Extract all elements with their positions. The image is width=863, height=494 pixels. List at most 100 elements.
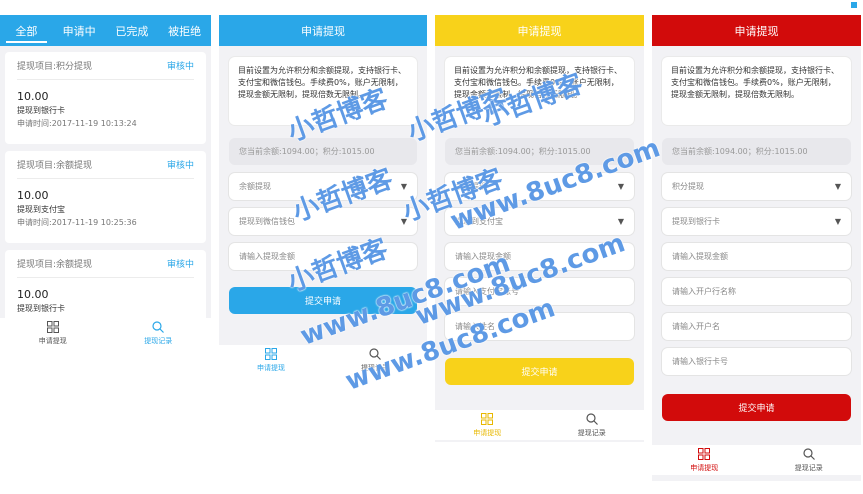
- record-header: 提现项目:余额提现 审核中: [17, 250, 194, 278]
- record-amount: 10.00: [17, 90, 49, 103]
- list-item[interactable]: 提现项目:余额提现 审核中 10.00 提现到银行卡: [5, 250, 206, 318]
- list-item[interactable]: 提现项目:余额提现 审核中 10.00 提现到支付宝 申请时间:2017-11-…: [5, 151, 206, 243]
- records-screen: 全部 申请中 已完成 被拒绝 提现项目:积分提现 审核中 10.00 提现到银行…: [0, 15, 211, 345]
- amount-input[interactable]: 请输入提现金额: [445, 243, 634, 270]
- type-select-value: 余额提现: [455, 182, 487, 191]
- grid-icon: [481, 412, 494, 425]
- balance-display: 您当前余额:1094.00；积分:1015.00: [445, 138, 634, 165]
- record-time: 申请时间:2017-11-19 10:13:24: [17, 119, 137, 128]
- type-select[interactable]: 余额提现 ▼: [229, 173, 417, 200]
- bottom-nav: 申请提现 提现记录: [0, 318, 211, 345]
- grid-icon: [698, 447, 711, 460]
- submit-button[interactable]: 提交申请: [662, 394, 851, 421]
- search-icon: [369, 347, 381, 360]
- type-select[interactable]: 余额提现 ▼: [445, 173, 634, 200]
- amount-placeholder: 请输入提现金额: [455, 252, 511, 261]
- triangle-down-icon: ▼: [834, 182, 841, 191]
- rules-notice: 目前设置为允许积分和余额提现，支持银行卡、支付宝和微信钱包。手续费0%，账户无限…: [445, 57, 634, 125]
- type-select-value: 积分提现: [672, 182, 704, 191]
- nav-records[interactable]: 提现记录: [540, 410, 645, 440]
- rules-notice: 目前设置为允许积分和余额提现，支持银行卡、支付宝和微信钱包。手续费0%，账户无限…: [662, 57, 851, 125]
- tab-all[interactable]: 全部: [0, 15, 53, 46]
- nav-records[interactable]: 提现记录: [323, 345, 427, 372]
- nav-apply-label: 申请提现: [257, 363, 285, 372]
- method-select[interactable]: 提现到支付宝 ▼: [445, 208, 634, 235]
- apply-screen-red: 申请提现 目前设置为允许积分和余额提现，支持银行卡、支付宝和微信钱包。手续费0%…: [652, 15, 861, 481]
- record-project: 提现项目:余额提现: [17, 161, 93, 171]
- bottom-nav: 申请提现 提现记录: [435, 410, 644, 440]
- record-target: 提现到银行卡: [17, 304, 65, 313]
- nav-records[interactable]: 提现记录: [757, 445, 862, 475]
- records-list: 提现项目:积分提现 审核中 10.00 提现到银行卡 申请时间:2017-11-…: [0, 46, 211, 318]
- bottom-nav: 申请提现 提现记录: [652, 445, 861, 475]
- grid-icon: [46, 320, 59, 333]
- method-select[interactable]: 提现到银行卡 ▼: [662, 208, 851, 235]
- amount-placeholder: 请输入提现金额: [672, 252, 728, 261]
- nav-apply-label: 申请提现: [38, 336, 67, 345]
- bank-placeholder: 请输入开户行名称: [672, 287, 736, 296]
- amount-input[interactable]: 请输入提现金额: [662, 243, 851, 270]
- list-item[interactable]: 提现项目:积分提现 审核中 10.00 提现到银行卡 申请时间:2017-11-…: [5, 52, 206, 144]
- record-target: 提现到支付宝: [17, 205, 65, 214]
- record-header: 提现项目:积分提现 审核中: [17, 52, 194, 80]
- record-target: 提现到银行卡: [17, 106, 65, 115]
- nav-apply-label: 申请提现: [473, 428, 502, 437]
- holder-placeholder: 请输入开户名: [672, 322, 720, 331]
- method-select[interactable]: 提现到微信钱包 ▼: [229, 208, 417, 235]
- triangle-down-icon: ▼: [834, 217, 841, 226]
- amount-placeholder: 请输入提现金额: [239, 252, 295, 261]
- rules-notice: 目前设置为允许积分和余额提现，支持银行卡、支付宝和微信钱包。手续费0%，账户无限…: [229, 57, 417, 125]
- alipay-account-input[interactable]: 请输入支付宝账号: [445, 278, 634, 305]
- bottom-nav: 申请提现 提现记录: [219, 345, 427, 372]
- card-number-input[interactable]: 请输入银行卡号: [662, 348, 851, 375]
- status-badge: 审核中: [166, 161, 194, 171]
- account-placeholder: 请输入支付宝账号: [455, 287, 519, 296]
- page-title: 申请提现: [652, 15, 861, 46]
- method-select-value: 提现到微信钱包: [239, 217, 295, 226]
- nav-records-label: 提现记录: [577, 428, 606, 437]
- nav-records-label: 提现记录: [361, 363, 389, 372]
- corner-marker: [851, 2, 857, 8]
- record-amount: 10.00: [17, 288, 49, 301]
- balance-display: 您当前余额:1094.00；积分:1015.00: [662, 138, 851, 165]
- account-holder-input[interactable]: 请输入开户名: [662, 313, 851, 340]
- record-time: 申请时间:2017-11-19 10:25:36: [17, 218, 137, 227]
- nav-apply-label: 申请提现: [690, 463, 719, 472]
- type-select[interactable]: 积分提现 ▼: [662, 173, 851, 200]
- record-project: 提现项目:积分提现: [17, 62, 93, 72]
- status-badge: 审核中: [166, 260, 194, 270]
- method-select-value: 提现到银行卡: [672, 217, 720, 226]
- triangle-down-icon: ▼: [617, 182, 624, 191]
- nav-records-label: 提现记录: [144, 336, 173, 345]
- bank-name-input[interactable]: 请输入开户行名称: [662, 278, 851, 305]
- nav-records[interactable]: 提现记录: [106, 318, 212, 345]
- triangle-down-icon: ▼: [400, 182, 407, 191]
- triangle-down-icon: ▼: [617, 217, 624, 226]
- record-project: 提现项目:余额提现: [17, 260, 93, 270]
- triangle-down-icon: ▼: [400, 217, 407, 226]
- nav-apply[interactable]: 申请提现: [0, 318, 106, 345]
- search-icon: [803, 447, 815, 460]
- tab-pending[interactable]: 申请中: [53, 15, 106, 46]
- submit-button[interactable]: 提交申请: [229, 287, 417, 314]
- card-placeholder: 请输入银行卡号: [672, 357, 728, 366]
- grid-icon: [265, 347, 277, 360]
- search-icon: [586, 412, 598, 425]
- nav-apply[interactable]: 申请提现: [435, 410, 540, 440]
- name-placeholder: 请输入姓名: [455, 322, 495, 331]
- nav-records-label: 提现记录: [794, 463, 823, 472]
- submit-button[interactable]: 提交申请: [445, 358, 634, 385]
- name-input[interactable]: 请输入姓名: [445, 313, 634, 340]
- status-tabs: 全部 申请中 已完成 被拒绝: [0, 15, 211, 46]
- tab-completed[interactable]: 已完成: [106, 15, 159, 46]
- status-badge: 审核中: [166, 62, 194, 72]
- amount-input[interactable]: 请输入提现金额: [229, 243, 417, 270]
- record-header: 提现项目:余额提现 审核中: [17, 151, 194, 179]
- apply-screen-blue: 申请提现 目前设置为允许积分和余额提现，支持银行卡、支付宝和微信钱包。手续费0%…: [219, 15, 427, 372]
- nav-apply[interactable]: 申请提现: [652, 445, 757, 475]
- method-select-value: 提现到支付宝: [455, 217, 503, 226]
- tab-rejected[interactable]: 被拒绝: [158, 15, 211, 46]
- type-select-value: 余额提现: [239, 182, 271, 191]
- record-amount: 10.00: [17, 189, 49, 202]
- nav-apply[interactable]: 申请提现: [219, 345, 323, 372]
